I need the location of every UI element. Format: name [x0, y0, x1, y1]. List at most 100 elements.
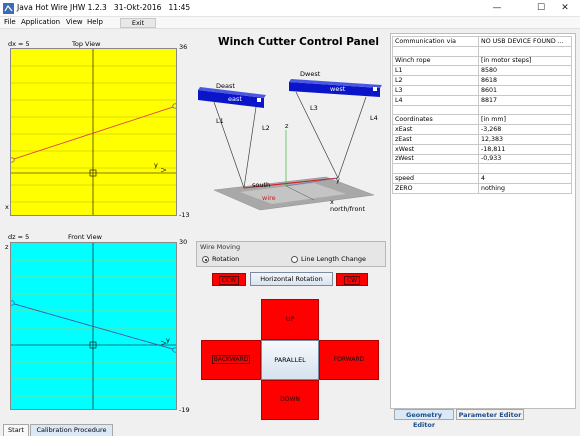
info-value-cell[interactable]: 8580 [478, 65, 572, 77]
diagram-y: y [336, 176, 340, 184]
window-title: Java Hot Wire JHW 1.2.3 31-Okt-2016 11:4… [17, 3, 191, 12]
info-key-cell[interactable]: xWest [392, 143, 479, 155]
tab-start[interactable]: Start [3, 424, 29, 436]
close-button[interactable]: ✕ [550, 0, 580, 17]
ccw-button[interactable]: CCW [212, 273, 246, 286]
tab-geometry-editor[interactable]: Geometry Editor [394, 409, 454, 429]
exit-button[interactable]: Exit [120, 18, 156, 28]
front-view-plot[interactable] [10, 242, 177, 410]
info-key-cell[interactable]: L4 [392, 94, 479, 106]
rotation-radio-label[interactable]: Rotation [212, 255, 239, 263]
info-key-cell[interactable]: L2 [392, 75, 479, 86]
top-view-plot[interactable] [10, 48, 177, 216]
info-key-cell[interactable]: Communication via [392, 36, 479, 47]
info-value-cell[interactable]: 8601 [478, 84, 572, 96]
info-key-cell[interactable]: xEast [392, 124, 479, 135]
info-key-cell[interactable]: zWest [392, 153, 479, 165]
top-view-ymin: -13 [179, 211, 190, 219]
info-value-cell[interactable] [478, 45, 572, 57]
info-row: ZERO nothing [392, 182, 572, 194]
front-view-graph [11, 243, 176, 409]
info-value-cell[interactable]: nothing [478, 182, 572, 194]
diagram-deast: Deast [216, 82, 235, 90]
info-key-cell[interactable]: Winch rope [392, 55, 479, 67]
diagram-l4: L4 [370, 114, 378, 122]
menu-application[interactable]: Application [21, 18, 60, 26]
horizontal-rotation-button[interactable]: Horizontal Rotation [250, 272, 333, 286]
front-view-ymin: -19 [179, 406, 190, 414]
menu-view[interactable]: View [66, 18, 83, 26]
line-length-radio[interactable] [291, 256, 298, 263]
info-value-cell[interactable]: [in mm] [478, 114, 572, 126]
diagram-l3: L3 [310, 104, 318, 112]
diagram-north-front: north/front [330, 205, 366, 213]
top-view-title: Top View [72, 40, 101, 48]
info-row: Winch rope [in motor steps] [392, 55, 572, 67]
info-value-cell[interactable]: -0,933 [478, 153, 572, 165]
forward-button[interactable]: FORWARD [319, 340, 379, 380]
info-key-cell[interactable]: L1 [392, 65, 479, 77]
up-button-label: UP [285, 316, 294, 323]
info-value-cell[interactable]: -18,811 [478, 143, 572, 155]
info-key-cell[interactable]: zEast [392, 133, 479, 145]
window-time: 11:45 [168, 3, 191, 12]
cw-button[interactable]: CW [336, 273, 368, 286]
rotation-radio[interactable] [202, 256, 209, 263]
front-view-axis-y: y [166, 336, 170, 344]
info-value-cell[interactable]: 4 [478, 173, 572, 184]
top-view-dx-label: dx = 5 [8, 40, 30, 48]
winch-3d-diagram [198, 79, 382, 211]
menu-help[interactable]: Help [87, 18, 103, 26]
diagram-wire: wire [262, 194, 276, 202]
info-row [392, 104, 572, 116]
diagram-south: south [252, 181, 271, 189]
diagram-l2: L2 [262, 124, 270, 132]
info-row: L4 8817 [392, 94, 572, 106]
menu-bar: File Application View Help [0, 17, 580, 29]
diagram-l1: L1 [216, 117, 224, 125]
top-view-graph [11, 49, 176, 215]
tab-parameter-editor[interactable]: Parameter Editor [456, 409, 524, 420]
window-date: 31-Okt-2016 [113, 3, 162, 12]
menu-file[interactable]: File [4, 18, 16, 26]
tab-calibration-procedure[interactable]: Calibration Procedure [30, 424, 113, 436]
cw-button-label: CW [343, 276, 361, 285]
info-value-cell[interactable]: -3,268 [478, 124, 572, 135]
info-value-cell[interactable]: NO USB DEVICE FOUND ... [478, 36, 572, 47]
backward-button[interactable]: BACKWARD [201, 340, 261, 380]
info-value-cell[interactable]: [in motor steps] [478, 55, 572, 67]
info-value-cell[interactable] [478, 104, 572, 116]
down-button[interactable]: DOWN [261, 380, 319, 420]
info-row: zWest -0,933 [392, 153, 572, 165]
diagram-z: z [285, 122, 289, 130]
parallel-button[interactable]: PARALLEL [261, 340, 319, 380]
info-key-cell[interactable]: Coordinates [392, 114, 479, 126]
info-key-cell[interactable]: L3 [392, 84, 479, 96]
front-view-ymax: 30 [179, 238, 188, 246]
top-view-ymax: 36 [179, 43, 188, 51]
info-key-cell[interactable] [392, 163, 479, 175]
front-view-title: Front View [68, 233, 102, 241]
info-table: Communication via NO USB DEVICE FOUND ...… [392, 36, 572, 194]
info-key-cell[interactable]: ZERO [392, 182, 479, 194]
up-button[interactable]: UP [261, 299, 319, 340]
backward-button-label: BACKWARD [211, 355, 251, 364]
info-value-cell[interactable]: 12,383 [478, 133, 572, 145]
info-row: L3 8601 [392, 84, 572, 96]
panel-title: Winch Cutter Control Panel [218, 36, 379, 48]
info-row: L1 8580 [392, 65, 572, 77]
app-icon [3, 3, 14, 14]
info-key-cell[interactable] [392, 104, 479, 116]
info-row: Communication via NO USB DEVICE FOUND ... [392, 36, 572, 47]
minimize-button[interactable]: — [482, 0, 512, 17]
info-row [392, 45, 572, 57]
info-key-cell[interactable]: speed [392, 173, 479, 184]
info-row: zEast 12,383 [392, 133, 572, 145]
info-value-cell[interactable] [478, 163, 572, 175]
info-row [392, 163, 572, 175]
line-length-radio-label[interactable]: Line Length Change [301, 255, 366, 263]
info-value-cell[interactable]: 8817 [478, 94, 572, 106]
info-key-cell[interactable] [392, 45, 479, 57]
title-bar: Java Hot Wire JHW 1.2.3 31-Okt-2016 11:4… [0, 0, 580, 17]
info-value-cell[interactable]: 8618 [478, 75, 572, 86]
